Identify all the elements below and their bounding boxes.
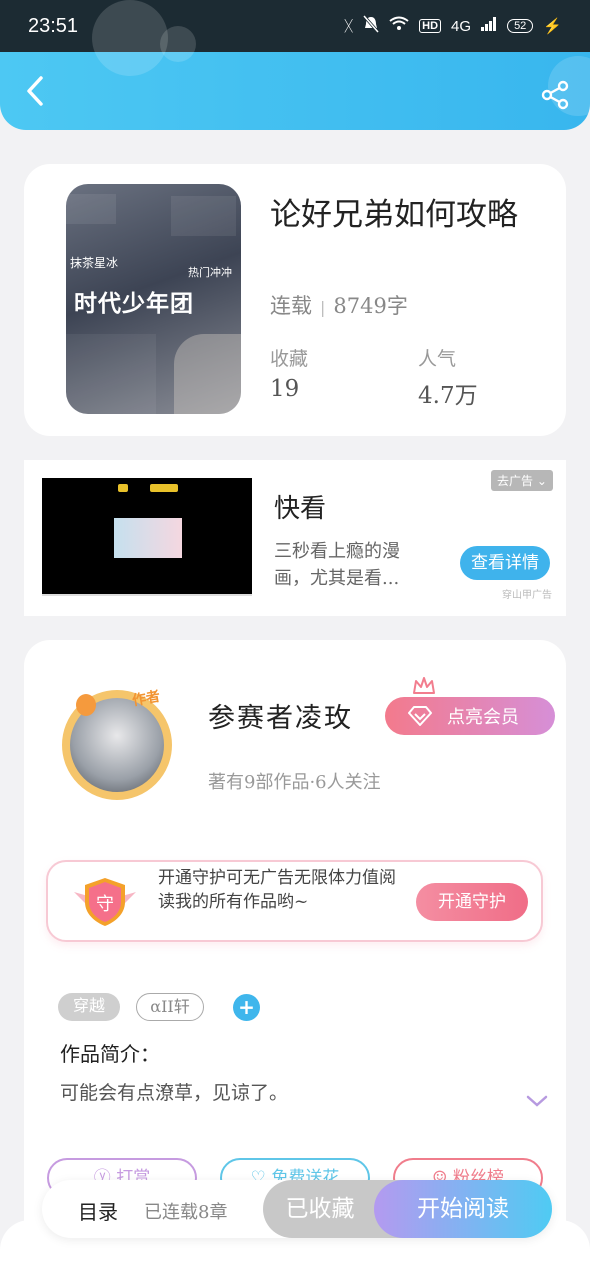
- popularity-label: 人气: [418, 348, 457, 370]
- signal-icon: [481, 17, 497, 35]
- book-title: 论好兄弟如何攻略: [270, 197, 518, 233]
- cover-title: 时代少年团: [74, 291, 194, 317]
- add-tag-button[interactable]: +: [233, 994, 260, 1021]
- cover-decor-text: [66, 334, 156, 414]
- back-button[interactable]: [20, 74, 50, 108]
- meta-separator: |: [320, 298, 326, 317]
- cover-tag-left: 抹茶星冰: [70, 256, 119, 270]
- author-avatar[interactable]: 作者: [44, 680, 184, 810]
- decor-bubble: [160, 26, 196, 62]
- author-name: 参赛者凌玫: [208, 703, 353, 734]
- cover-decor-figure: [174, 334, 241, 414]
- tag-chip[interactable]: αII轩: [136, 993, 204, 1021]
- battery-icon: 52: [507, 19, 534, 33]
- status-icons: ᚷ HD 4G 52 ⚡: [344, 15, 562, 37]
- plus-icon: +: [238, 995, 255, 1019]
- intro-title: 作品简介：: [60, 1042, 160, 1066]
- ad-detail-button[interactable]: 查看详情: [460, 546, 550, 580]
- ad-banner[interactable]: 快看 三秒看上瘾的漫画，尤其是看... 去广告 ⌄ 查看详情 穿山甲广告: [24, 460, 566, 616]
- intro-text: 可能会有点潦草，见谅了。: [60, 1082, 289, 1104]
- ad-progress-bar: [42, 594, 252, 596]
- charging-icon: ⚡: [543, 18, 562, 35]
- ad-preview-image: [114, 518, 182, 558]
- book-meta: 连载 | 8749字: [270, 290, 408, 320]
- ad-description: 三秒看上瘾的漫画，尤其是看...: [274, 541, 400, 589]
- author-info: 著有9部作品·6人关注: [208, 772, 381, 793]
- tag-chip[interactable]: 穿越: [58, 993, 120, 1021]
- cover-decor-text: [171, 196, 236, 236]
- guard-text: 开通守护可无广告无限体力值阅读我的所有作品哟~: [158, 868, 396, 912]
- vip-button[interactable]: 点亮会员: [385, 697, 555, 735]
- ad-image[interactable]: [42, 478, 252, 596]
- start-reading-button[interactable]: 开始阅读: [374, 1180, 552, 1238]
- ad-logo-mark: [118, 484, 128, 492]
- hd-badge: HD: [419, 19, 442, 33]
- status-time: 23:51: [28, 14, 79, 37]
- chevron-left-icon: [27, 76, 43, 106]
- collected-label: 已收藏: [285, 1196, 355, 1222]
- shield-icon: 守: [74, 878, 136, 926]
- ad-source: 穿山甲广告: [502, 590, 552, 601]
- top-header: [0, 0, 590, 130]
- bluetooth-icon: ᚷ: [344, 17, 354, 35]
- share-button[interactable]: [540, 80, 570, 110]
- book-info-card: 抹茶星冰 热门冲冲 时代少年团 论好兄弟如何攻略 连载 | 8749字 收藏 19 …: [24, 164, 566, 436]
- chevron-down-icon: ⌄: [536, 474, 547, 488]
- catalog-button[interactable]: 目录: [78, 1196, 118, 1225]
- shield-text: 守: [96, 894, 114, 915]
- ad-logo-mark: [150, 484, 178, 492]
- network-label: 4G: [451, 17, 472, 35]
- bottom-action-bar: 目录 已连载8章 已收藏 开始阅读: [42, 1180, 552, 1238]
- favorites-label: 收藏: [270, 348, 309, 370]
- popularity-value: 4.7万: [418, 383, 478, 409]
- status-bar: 23:51 ᚷ HD 4G 52 ⚡: [0, 0, 590, 52]
- ad-title: 快看: [274, 494, 327, 524]
- share-icon: [541, 80, 569, 110]
- book-word-count: 8749字: [333, 294, 408, 318]
- wifi-icon: [389, 16, 409, 36]
- remove-ad-label: 去广告: [497, 474, 534, 488]
- guard-banner[interactable]: 守 开通守护可无广告无限体力值阅读我的所有作品哟~ 开通守护: [46, 860, 543, 942]
- cover-tag-right: 热门冲冲: [188, 266, 232, 279]
- book-cover[interactable]: 抹茶星冰 热门冲冲 时代少年团: [66, 184, 241, 414]
- vip-button-label: 点亮会员: [447, 707, 519, 728]
- guard-button[interactable]: 开通守护: [416, 883, 528, 921]
- serial-count: 已连载8章: [144, 1202, 228, 1223]
- decor-bubble: [92, 0, 168, 76]
- remove-ad-button[interactable]: 去广告 ⌄: [491, 470, 553, 491]
- balloon-icon: [76, 694, 96, 716]
- diamond-icon: [408, 706, 432, 726]
- chevron-down-icon[interactable]: [526, 1094, 548, 1108]
- book-status: 连载: [270, 294, 312, 318]
- favorites-value: 19: [270, 376, 300, 402]
- mute-icon: [363, 15, 380, 37]
- cover-decor-text: [66, 194, 116, 224]
- crown-icon: [413, 677, 435, 694]
